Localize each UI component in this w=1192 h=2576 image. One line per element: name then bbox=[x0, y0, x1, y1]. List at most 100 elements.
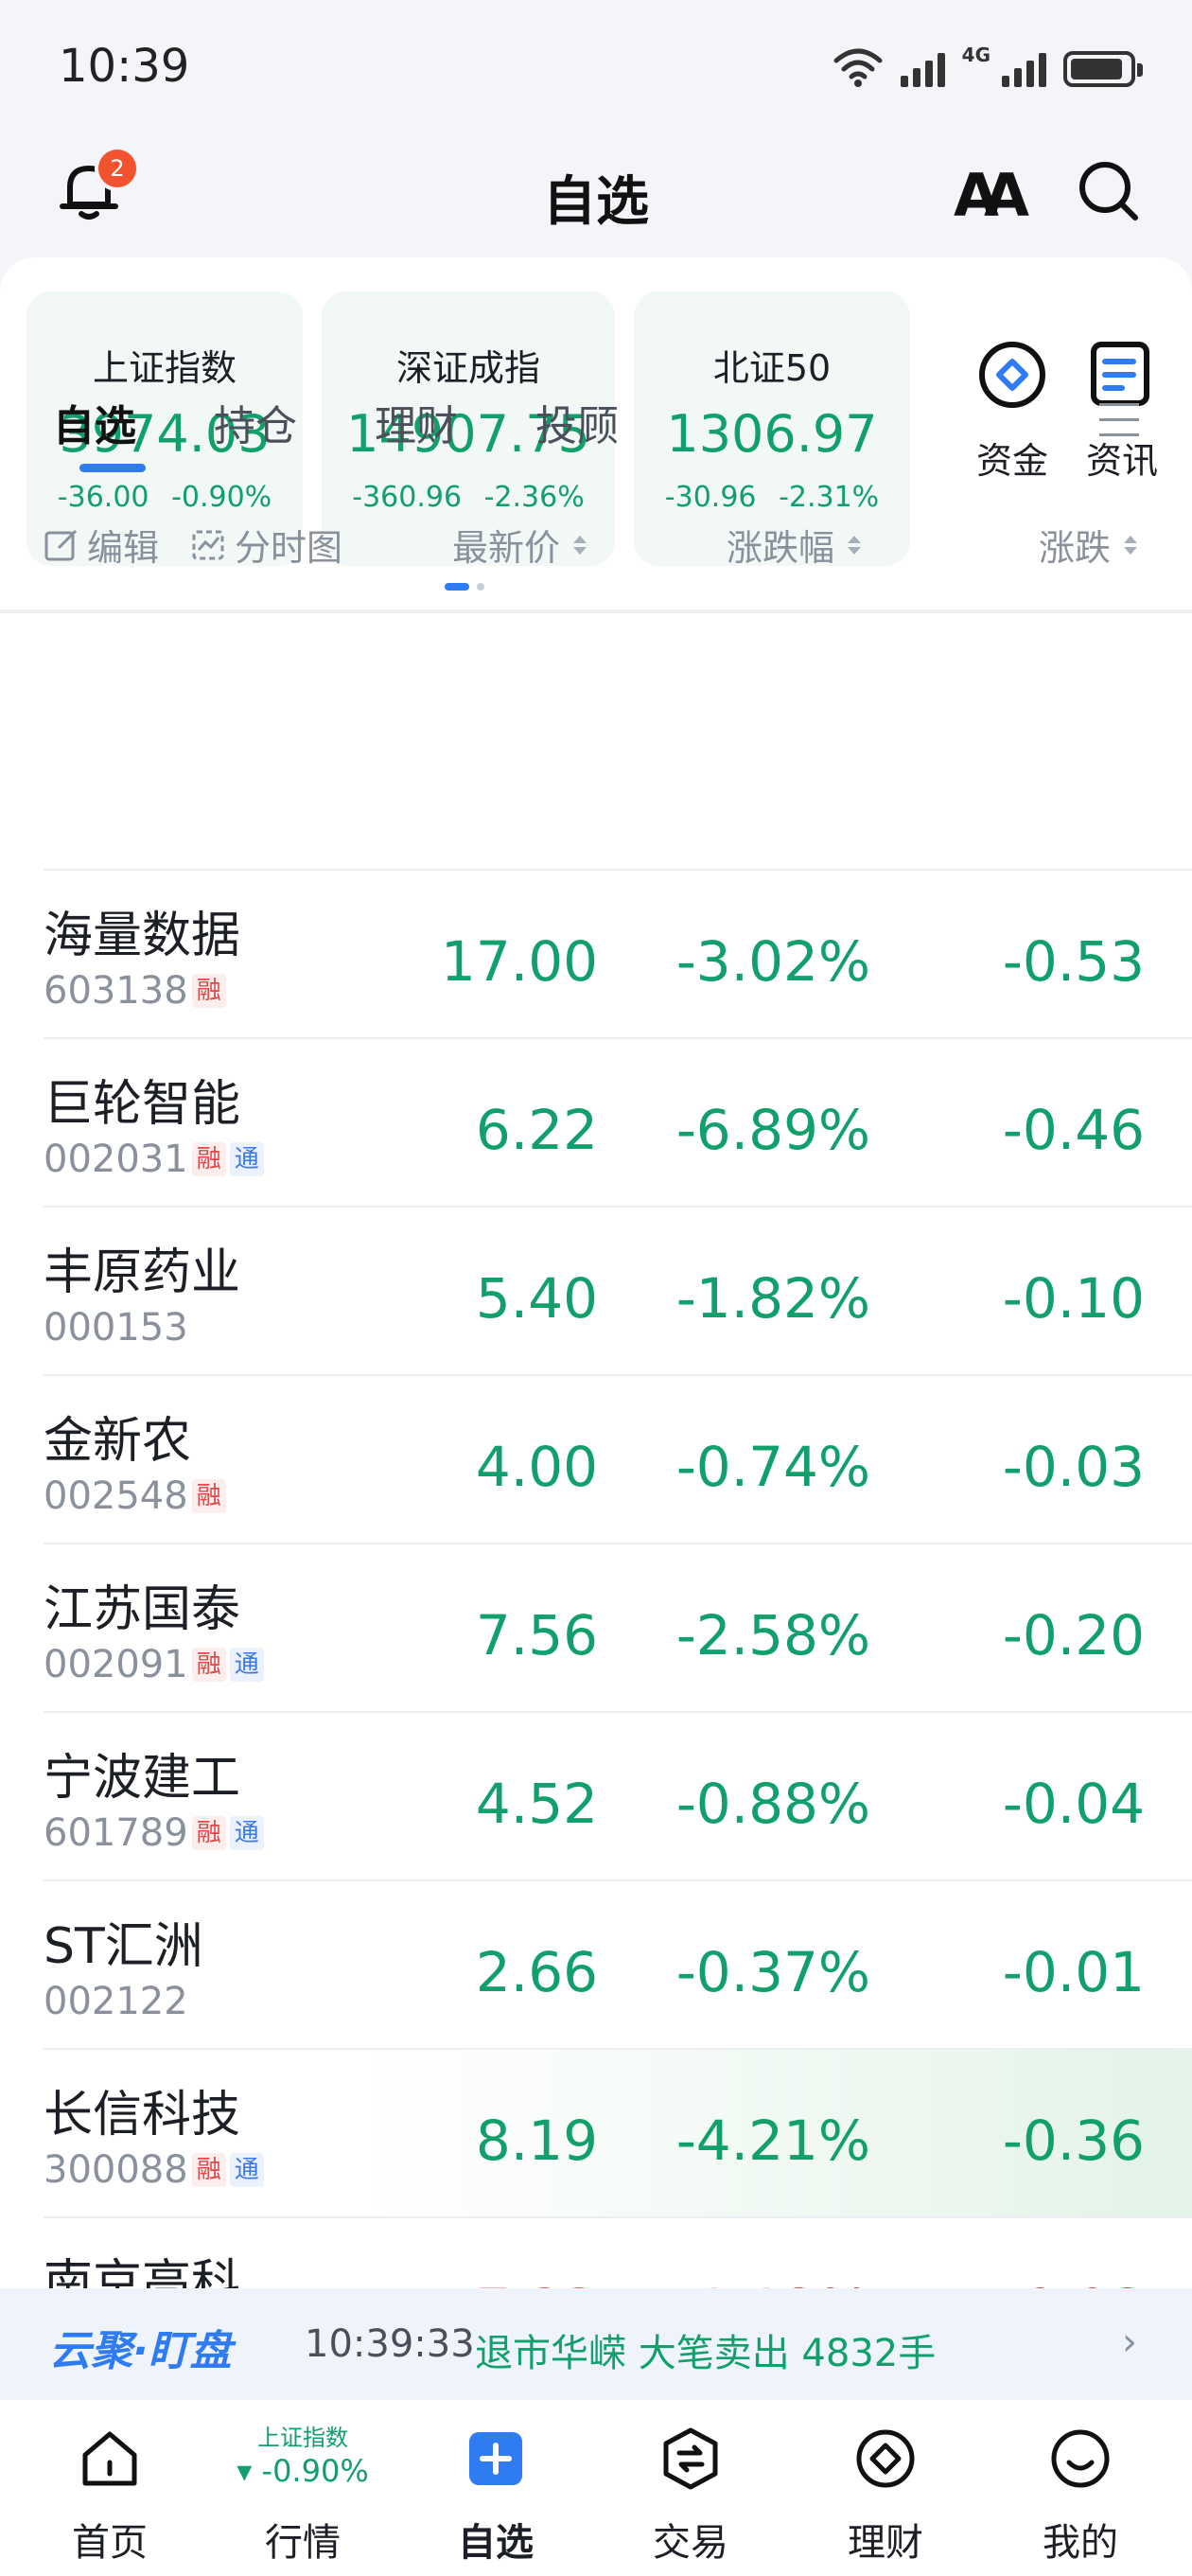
section-divider bbox=[0, 609, 1192, 613]
margin-tag: 融 bbox=[191, 1142, 226, 1176]
sort-diff[interactable]: 涨跌 bbox=[1039, 519, 1138, 571]
stock-price: 6.22 bbox=[475, 1098, 598, 1162]
stock-price: 4.00 bbox=[475, 1435, 598, 1499]
sort-icon bbox=[573, 535, 587, 555]
carousel-indicator bbox=[445, 583, 484, 591]
stock-code: 002548 bbox=[44, 1474, 188, 1518]
add-watchlist-icon bbox=[469, 2432, 522, 2485]
ticker-bar[interactable]: 云聚·盯盘 10:39:33 退市华嵘 大笔卖出 4832手 › bbox=[0, 2288, 1192, 2400]
stock-code: 000153 bbox=[44, 1306, 188, 1350]
edit-icon bbox=[44, 529, 78, 560]
stock-name: 巨轮智能 bbox=[44, 1076, 241, 1133]
edit-label: 编辑 bbox=[87, 527, 160, 569]
chart-label: 分时图 bbox=[235, 527, 343, 569]
stock-name: 宁波建工 bbox=[44, 1750, 241, 1807]
stock-row[interactable]: 长信科技 300088 融通 8.19 -4.21% -0.36 bbox=[0, 2050, 1192, 2216]
connect-tag: 通 bbox=[229, 2153, 264, 2187]
signal-icon bbox=[900, 45, 945, 87]
sort-price[interactable]: 最新价 bbox=[452, 519, 587, 571]
tab-wealth[interactable]: 理财 bbox=[375, 392, 458, 452]
nav-label: 行情 bbox=[265, 2521, 341, 2565]
nav-label: 交易 bbox=[653, 2521, 728, 2565]
stock-price: 4.52 bbox=[475, 1772, 598, 1836]
list-toolbar: 编辑 分时图 最新价 涨跌幅 涨跌 bbox=[44, 519, 1150, 575]
intraday-chart-button[interactable]: 分时图 bbox=[191, 519, 342, 571]
nav-market[interactable]: 上证指数 ▾ -0.90% 行情 bbox=[218, 2400, 388, 2574]
tab-holdings[interactable]: 持仓 bbox=[214, 392, 297, 452]
trade-icon bbox=[663, 2427, 718, 2490]
status-bar: 10:39 4G bbox=[0, 0, 1192, 132]
connect-tag: 通 bbox=[229, 1142, 264, 1176]
nav-market-index: 上证指数 bbox=[257, 2425, 348, 2451]
pct-header: 涨跌幅 bbox=[727, 527, 835, 569]
stock-code: 002031 bbox=[44, 1138, 188, 1181]
funds-shortcut[interactable]: 资金 bbox=[976, 339, 1048, 484]
tab-watchlist[interactable]: 自选 bbox=[53, 392, 146, 472]
stock-code-line: 300088 融通 bbox=[44, 2148, 264, 2192]
home-icon bbox=[82, 2431, 137, 2486]
stock-change-pct: -3.02% bbox=[675, 929, 870, 994]
sort-icon bbox=[848, 535, 862, 555]
search-icon[interactable] bbox=[1075, 157, 1143, 225]
nav-label: 理财 bbox=[848, 2521, 923, 2565]
index-name: 北证50 bbox=[712, 347, 832, 389]
stock-code: 002091 bbox=[44, 1643, 188, 1686]
stock-code-line: 002122 bbox=[44, 1980, 188, 2023]
sort-pct[interactable]: 涨跌幅 bbox=[727, 519, 862, 571]
stock-row[interactable]: 宁波建工 601789 融通 4.52 -0.88% -0.04 bbox=[0, 1713, 1192, 1879]
stock-price: 7.56 bbox=[475, 1603, 598, 1667]
stock-name: 海量数据 bbox=[44, 908, 241, 964]
stock-code: 603138 bbox=[44, 969, 188, 1013]
stock-change-pct: -6.89% bbox=[675, 1098, 870, 1162]
font-size-icon[interactable]: AA bbox=[954, 161, 1029, 230]
news-label: 资讯 bbox=[1086, 440, 1159, 482]
chevron-right-icon: › bbox=[1122, 2320, 1137, 2364]
stock-change-pct: -0.37% bbox=[675, 1940, 870, 2004]
menu-icon[interactable] bbox=[1099, 403, 1139, 437]
stock-row[interactable]: 海量数据 603138 融 17.00 -3.02% -0.53 bbox=[0, 871, 1192, 1037]
stock-row[interactable]: 巨轮智能 002031 融通 6.22 -6.89% -0.46 bbox=[0, 1039, 1192, 1206]
stock-change: -0.01 bbox=[1002, 1940, 1145, 2004]
index-value: 1306.97 bbox=[666, 404, 878, 464]
stock-change-pct: -4.21% bbox=[675, 2108, 870, 2173]
nav-home[interactable]: 首页 bbox=[25, 2400, 195, 2574]
stock-code-line: 603138 融 bbox=[44, 969, 226, 1013]
nav-wealth[interactable]: 理财 bbox=[800, 2400, 971, 2574]
nav-trade[interactable]: 交易 bbox=[605, 2400, 776, 2574]
stock-name: ST汇洲 bbox=[44, 1918, 203, 1975]
stock-row[interactable]: 江苏国泰 002091 融通 7.56 -2.58% -0.20 bbox=[0, 1544, 1192, 1711]
stock-code-line: 002091 融通 bbox=[44, 1643, 264, 1686]
stock-row[interactable]: 金新农 002548 融 4.00 -0.74% -0.03 bbox=[0, 1376, 1192, 1543]
nav-label: 自选 bbox=[458, 2521, 534, 2565]
stock-change: -0.46 bbox=[1002, 1098, 1145, 1162]
network-type: 4G bbox=[961, 44, 990, 66]
stock-code-line: 000153 bbox=[44, 1306, 188, 1350]
stock-row[interactable]: ST汇洲 002122 2.66 -0.37% -0.01 bbox=[0, 1881, 1192, 2048]
nav-profile[interactable]: 我的 bbox=[995, 2400, 1166, 2574]
stock-change: -0.03 bbox=[1002, 1435, 1145, 1499]
wifi-icon bbox=[833, 48, 883, 87]
index-name: 深证成指 bbox=[395, 347, 540, 389]
bottom-nav: 首页 上证指数 ▾ -0.90% 行情 自选 交易 理财 我的 bbox=[0, 2400, 1192, 2574]
index-pct: -2.31% bbox=[779, 481, 880, 514]
nav-label: 我的 bbox=[1043, 2521, 1118, 2565]
stock-change: -0.53 bbox=[1002, 929, 1145, 994]
stock-row[interactable]: 丰原药业 000153 5.40 -1.82% -0.10 bbox=[0, 1208, 1192, 1374]
status-time: 10:39 bbox=[59, 40, 190, 93]
app-header: 2 自选 AA bbox=[0, 142, 1192, 256]
nav-watchlist[interactable]: 自选 bbox=[411, 2400, 581, 2574]
margin-tag: 融 bbox=[191, 974, 226, 1008]
stock-name: 江苏国泰 bbox=[44, 1581, 241, 1638]
stock-change: -0.36 bbox=[1002, 2108, 1145, 2173]
nav-label: 首页 bbox=[72, 2521, 148, 2565]
stock-change-pct: -0.88% bbox=[675, 1772, 870, 1836]
tab-advisory[interactable]: 投顾 bbox=[535, 392, 619, 452]
price-header: 最新价 bbox=[452, 527, 561, 569]
margin-tag: 融 bbox=[191, 1479, 226, 1513]
margin-tag: 融 bbox=[191, 2153, 226, 2187]
stock-change: -0.04 bbox=[1002, 1772, 1145, 1836]
index-pct: -0.90% bbox=[171, 481, 272, 514]
ticker-time: 10:39:33 bbox=[305, 2322, 475, 2366]
margin-tag: 融 bbox=[191, 1816, 226, 1850]
edit-button[interactable]: 编辑 bbox=[44, 519, 159, 571]
